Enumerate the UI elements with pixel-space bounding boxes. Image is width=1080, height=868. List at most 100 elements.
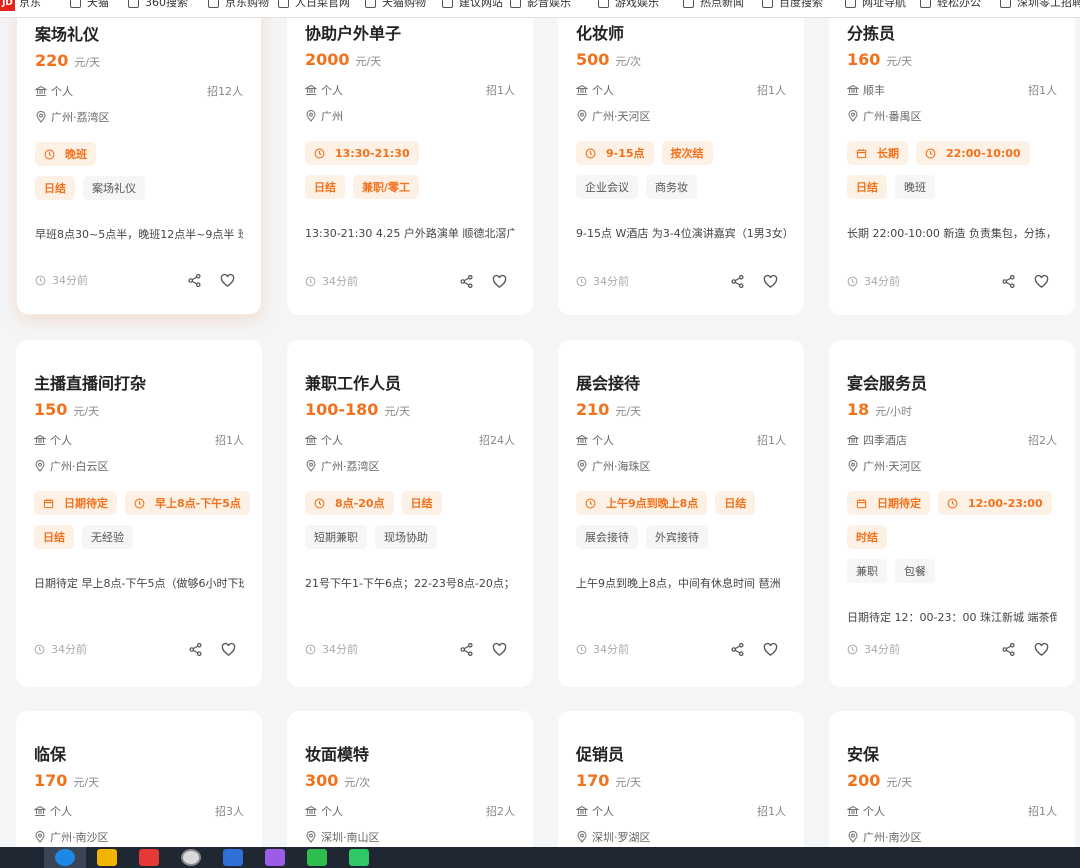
job-card[interactable]: 促销员 170 元/天 个人 招1人 深圳·罗湖区 [558, 711, 804, 868]
bookmark-item[interactable]: 热点新闻 [683, 0, 744, 9]
avatar-app-icon[interactable] [170, 847, 212, 868]
bookmark-item[interactable]: 360搜索 [128, 0, 188, 9]
bookmark-item[interactable]: 天猫购物 [365, 0, 426, 9]
share-icon[interactable] [188, 642, 203, 657]
heart-icon[interactable] [763, 274, 778, 289]
location-text: 广州·荔湾区 [321, 460, 380, 473]
wps-icon[interactable] [128, 847, 170, 868]
heart-icon[interactable] [221, 642, 236, 657]
share-icon[interactable] [1001, 642, 1016, 657]
time-icon [34, 644, 48, 655]
job-title[interactable]: 主播直播间打杂 [34, 370, 146, 394]
job-card[interactable]: 展会接待 210 元/天 个人 招1人 广州·海珠区 上午9点到晚上8点 日结 展会接待 外宾接待… [558, 340, 804, 687]
job-meta: 个人 招1人 [576, 432, 786, 448]
job-meta: 个人 招3人 [34, 803, 244, 819]
bookmark-item[interactable]: 游戏娱乐 [598, 0, 659, 9]
job-title[interactable]: 安保 [847, 741, 879, 765]
wechat-icon[interactable] [296, 847, 338, 868]
headcount: 招2人 [486, 805, 515, 818]
job-title[interactable]: 兼职工作人员 [305, 370, 401, 394]
bookmark-item[interactable]: 百度搜索 [762, 0, 823, 9]
post-time: 34分前 [847, 641, 900, 657]
heart-icon[interactable] [1034, 274, 1049, 289]
tag-row-secondary: 短期兼职 现场协助 [305, 525, 437, 549]
job-card[interactable]: 兼职工作人员 100-180 元/天 个人 招24人 广州·荔湾区 8点-20点 日结 短期兼职… [287, 340, 533, 687]
job-card[interactable]: 协助户外单子 2000 元/天 个人 招1人 广州 13:30-21:30 日结 兼职/零工 13… [287, 0, 533, 315]
job-card[interactable]: 分拣员 160 元/天 顺丰 招1人 广州·番禺区 长期 22:00-10:00 日结 晚班 长期 … [829, 0, 1075, 315]
bookmark-item[interactable]: 天猫 [70, 0, 109, 9]
job-card[interactable]: 主播直播间打杂 150 元/天 个人 招1人 广州·白云区 日期待定 早上8点-下午5点 日结 无… [16, 340, 262, 687]
wps-glyph [139, 849, 159, 866]
bookmark-label: 天猫购物 [382, 0, 426, 9]
job-card[interactable]: 化妆师 500 元/次 个人 招1人 广州·天河区 9-15点 按次结 企业会议 商务妆 9-15点… [558, 0, 804, 315]
job-title[interactable]: 展会接待 [576, 370, 640, 394]
share-icon[interactable] [187, 273, 202, 288]
bookmark-item[interactable]: 建议网站 [442, 0, 503, 9]
bookmark-item[interactable]: JD 京东 [0, 0, 41, 11]
green-app-icon[interactable] [338, 847, 380, 868]
job-title[interactable]: 临保 [34, 741, 66, 765]
color-app-icon[interactable] [254, 847, 296, 868]
bookmark-item[interactable]: 影音娱乐 [510, 0, 571, 9]
card-actions [459, 274, 507, 289]
job-title[interactable]: 案场礼仪 [35, 21, 99, 45]
calendar-icon [856, 148, 872, 159]
share-icon[interactable] [1001, 274, 1016, 289]
job-tag-text: 日期待定 [64, 497, 108, 510]
job-tag: 早上8点-下午5点 [125, 491, 250, 515]
heart-icon[interactable] [763, 642, 778, 657]
job-meta: 个人 招2人 [305, 803, 515, 819]
job-tag: 现场协助 [375, 525, 437, 549]
job-card[interactable]: 案场礼仪 220 元/天 个人 招12人 广州·荔湾区 晚班 日结 案场礼仪 早班8点30~5点半… [16, 0, 262, 315]
job-title[interactable]: 协助户外单子 [305, 20, 401, 44]
calendar-icon [856, 498, 872, 509]
job-description: 早班8点30~5点半，晚班12点半~9点半 珠 [35, 228, 243, 241]
share-icon[interactable] [730, 642, 745, 657]
tag-row-secondary: 企业会议 商务妆 [576, 175, 697, 199]
job-title[interactable]: 宴会服务员 [847, 370, 927, 394]
location-text: 深圳·南山区 [321, 831, 380, 844]
share-icon[interactable] [459, 642, 474, 657]
job-salary: 300 元/次 [305, 771, 370, 790]
job-title[interactable]: 妆面模特 [305, 741, 369, 765]
salary-amount: 170 [34, 771, 68, 790]
heart-icon[interactable] [1034, 642, 1049, 657]
employer: 个人 [847, 803, 885, 819]
heart-icon[interactable] [492, 274, 507, 289]
heart-icon[interactable] [220, 273, 235, 288]
job-card[interactable]: 妆面模特 300 元/次 个人 招2人深圳·南山区 [287, 711, 533, 868]
job-footer: 34分前 [35, 272, 243, 288]
share-icon[interactable] [730, 274, 745, 289]
post-time-text: 34分前 [593, 275, 629, 288]
job-card[interactable]: 安保 200 元/天 个人 招1人 广州·南沙区 [829, 711, 1075, 868]
edge-icon[interactable] [44, 847, 86, 868]
bookmark-item[interactable]: 深圳零工招聘 [1000, 0, 1080, 9]
employer: 个人 [305, 803, 343, 819]
bookmark-label: 京东购物 [225, 0, 269, 9]
job-card[interactable]: 临保 170 元/天 个人 招3人 广州·南沙区 [16, 711, 262, 868]
job-description: 日期待定 早上8点-下午5点（做够6小时下班 [34, 577, 244, 590]
search-app-icon[interactable] [212, 847, 254, 868]
job-title[interactable]: 促销员 [576, 741, 624, 765]
job-title[interactable]: 化妆师 [576, 20, 624, 44]
share-icon[interactable] [459, 274, 474, 289]
file-explorer-icon[interactable] [86, 847, 128, 868]
job-meta: 顺丰 招1人 [847, 82, 1057, 98]
windows-start-icon[interactable] [0, 847, 44, 868]
tag-row-primary: 8点-20点 日结 [305, 491, 442, 515]
bookmark-item[interactable]: 京东购物 [208, 0, 269, 9]
job-tag: 日结 [34, 525, 74, 549]
job-tag: 上午9点到晚上8点 [576, 491, 708, 515]
bookmark-item[interactable]: 网址导航 [845, 0, 906, 9]
job-title[interactable]: 分拣员 [847, 20, 895, 44]
job-tag: 展会接待 [576, 525, 638, 549]
location-text: 广州·南沙区 [50, 831, 109, 844]
location-text: 广州·南沙区 [863, 831, 922, 844]
post-time: 34分前 [305, 273, 358, 289]
bookmark-item[interactable]: 人日菜官网 [278, 0, 350, 9]
job-tag-text: 企业会议 [585, 181, 629, 194]
job-card[interactable]: 宴会服务员 18 元/小时 四季酒店 招2人 广州·天河区 日期待定 12:00-23:00 时… [829, 340, 1075, 687]
bookmark-item[interactable]: 轻松办公 [920, 0, 981, 9]
heart-icon[interactable] [492, 642, 507, 657]
post-time-text: 34分前 [322, 643, 358, 656]
